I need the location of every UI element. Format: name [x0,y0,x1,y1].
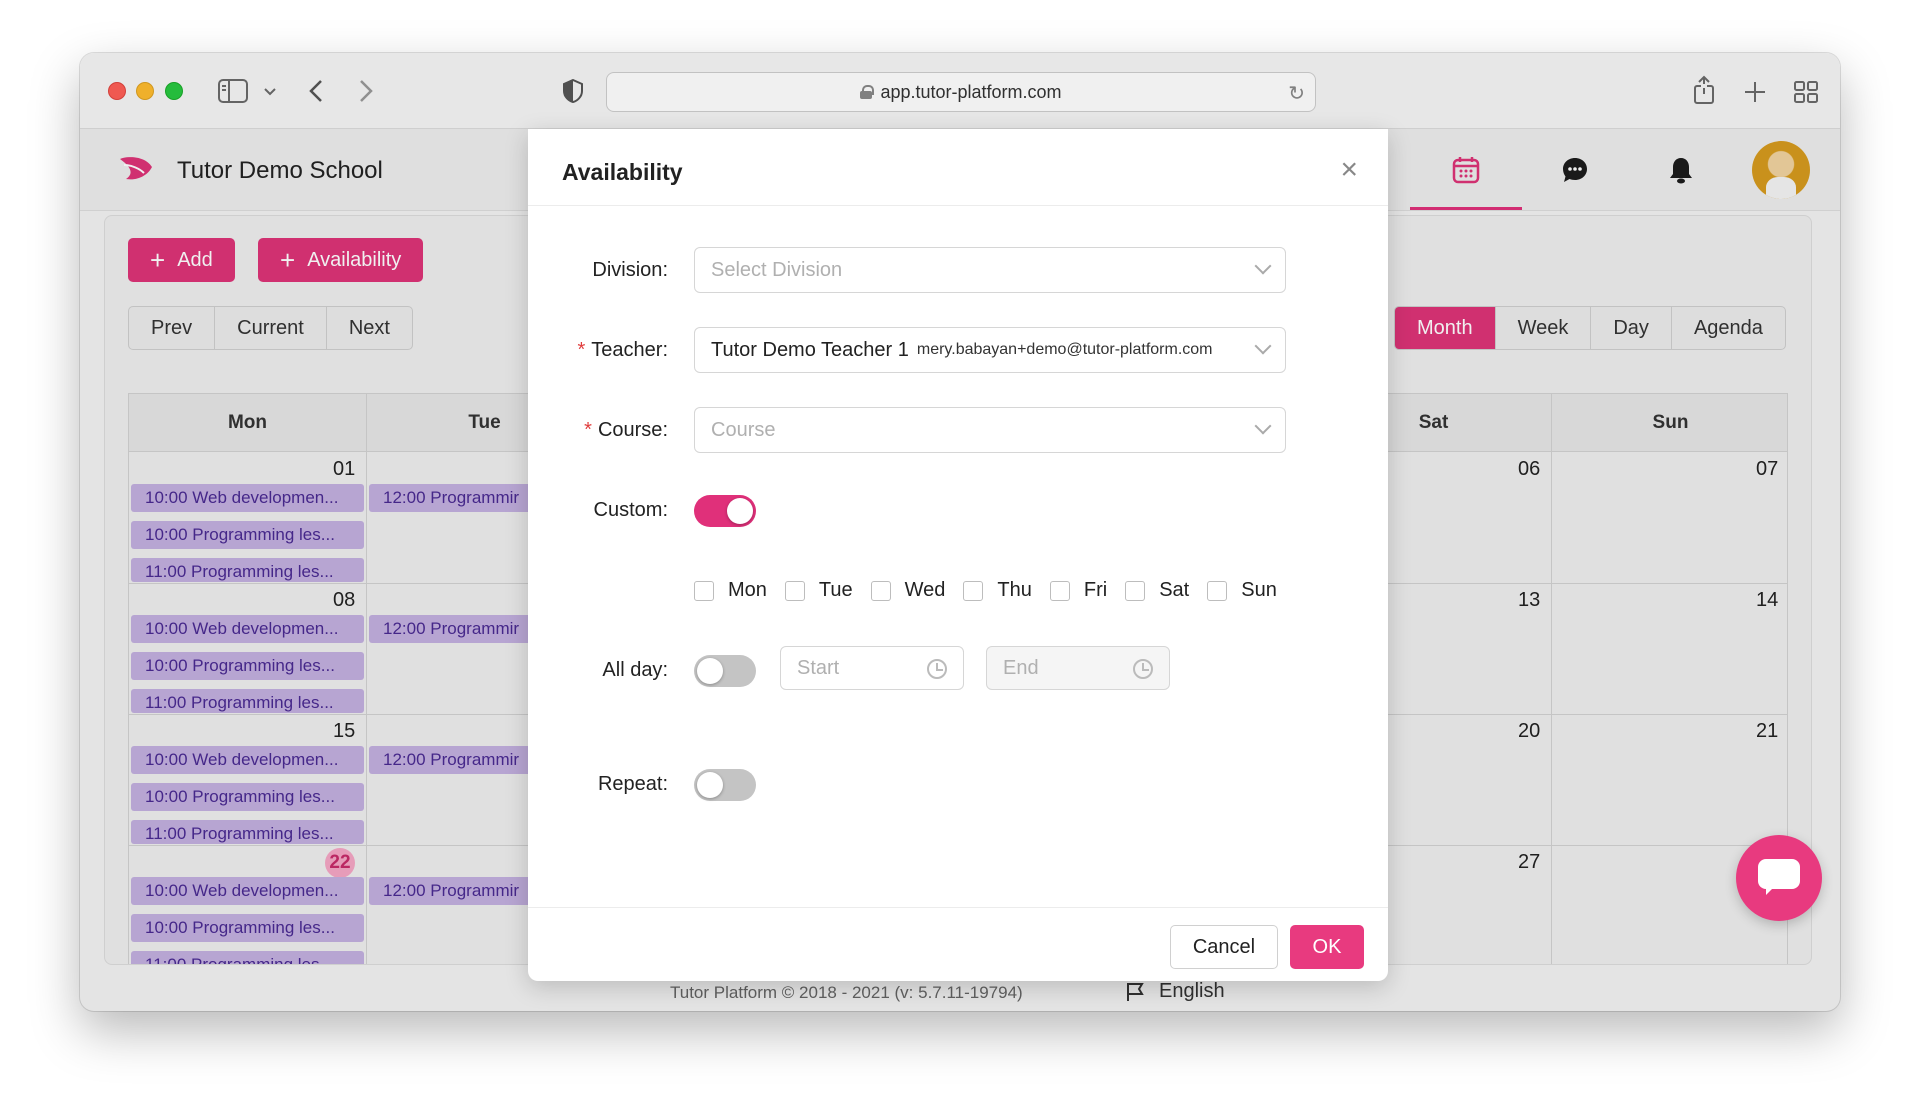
weekday-tue[interactable]: Tue [784,579,853,602]
weekday-thu[interactable]: Thu [963,579,1032,602]
chevron-down-icon [1254,337,1272,355]
required-marker: * [584,419,592,441]
course-select[interactable]: Course [694,407,1286,453]
teacher-name: Tutor Demo Teacher 1 [711,338,909,361]
chevron-down-icon [1254,417,1272,435]
modal-divider [528,907,1388,908]
repeat-label: Repeat: [597,773,668,795]
clock-icon [1133,659,1153,679]
teacher-label: * Teacher: [577,339,668,361]
checkbox[interactable] [1125,580,1146,601]
checkbox[interactable] [694,580,714,601]
required-marker: * [577,339,586,361]
close-icon[interactable]: × [1340,155,1358,185]
support-chat-button[interactable] [1736,835,1822,921]
course-label: * Course: [584,419,668,441]
ok-button[interactable]: OK [1290,925,1364,969]
checkbox[interactable] [870,580,891,601]
allday-toggle[interactable] [694,655,756,687]
clock-icon [927,659,947,679]
toggle-knob [697,772,723,798]
availability-modal: Availability × Division: Select Division… [528,129,1388,981]
teacher-email: mery.babayan+demo@tutor-platform.com [916,341,1213,358]
weekday-wed[interactable]: Wed [870,579,945,602]
checkbox[interactable] [1207,580,1228,601]
browser-window: app.tutor-platform.com ↻ Tutor Demo Scho… [80,53,1840,1011]
custom-toggle[interactable] [694,495,756,527]
chevron-down-icon [1254,257,1272,275]
division-label: Division: [592,259,668,281]
weekday-fri[interactable]: Fri [1049,579,1107,602]
teacher-select[interactable]: Tutor Demo Teacher 1 mery.babayan+demo@t… [694,327,1286,373]
start-time-input[interactable]: Start [780,646,964,690]
weekday-sat[interactable]: Sat [1125,579,1189,602]
modal-title: Availability [562,159,683,185]
division-select[interactable]: Select Division [694,247,1286,293]
checkbox[interactable] [963,580,984,601]
end-time-input[interactable]: End [986,646,1170,690]
checkbox[interactable] [1049,580,1070,601]
modal-divider [528,205,1388,206]
weekday-sun[interactable]: Sun [1207,579,1277,602]
cancel-button[interactable]: Cancel [1170,925,1278,969]
custom-label: Custom: [593,499,668,521]
checkbox[interactable] [784,580,805,601]
weekday-checkboxes: Mon Tue Wed Thu Fri Sat Sun [694,579,1295,602]
toggle-knob [697,658,723,684]
toggle-knob [727,498,753,524]
allday-label: All day: [602,659,668,681]
repeat-toggle[interactable] [694,769,756,801]
weekday-mon[interactable]: Mon [694,579,767,602]
